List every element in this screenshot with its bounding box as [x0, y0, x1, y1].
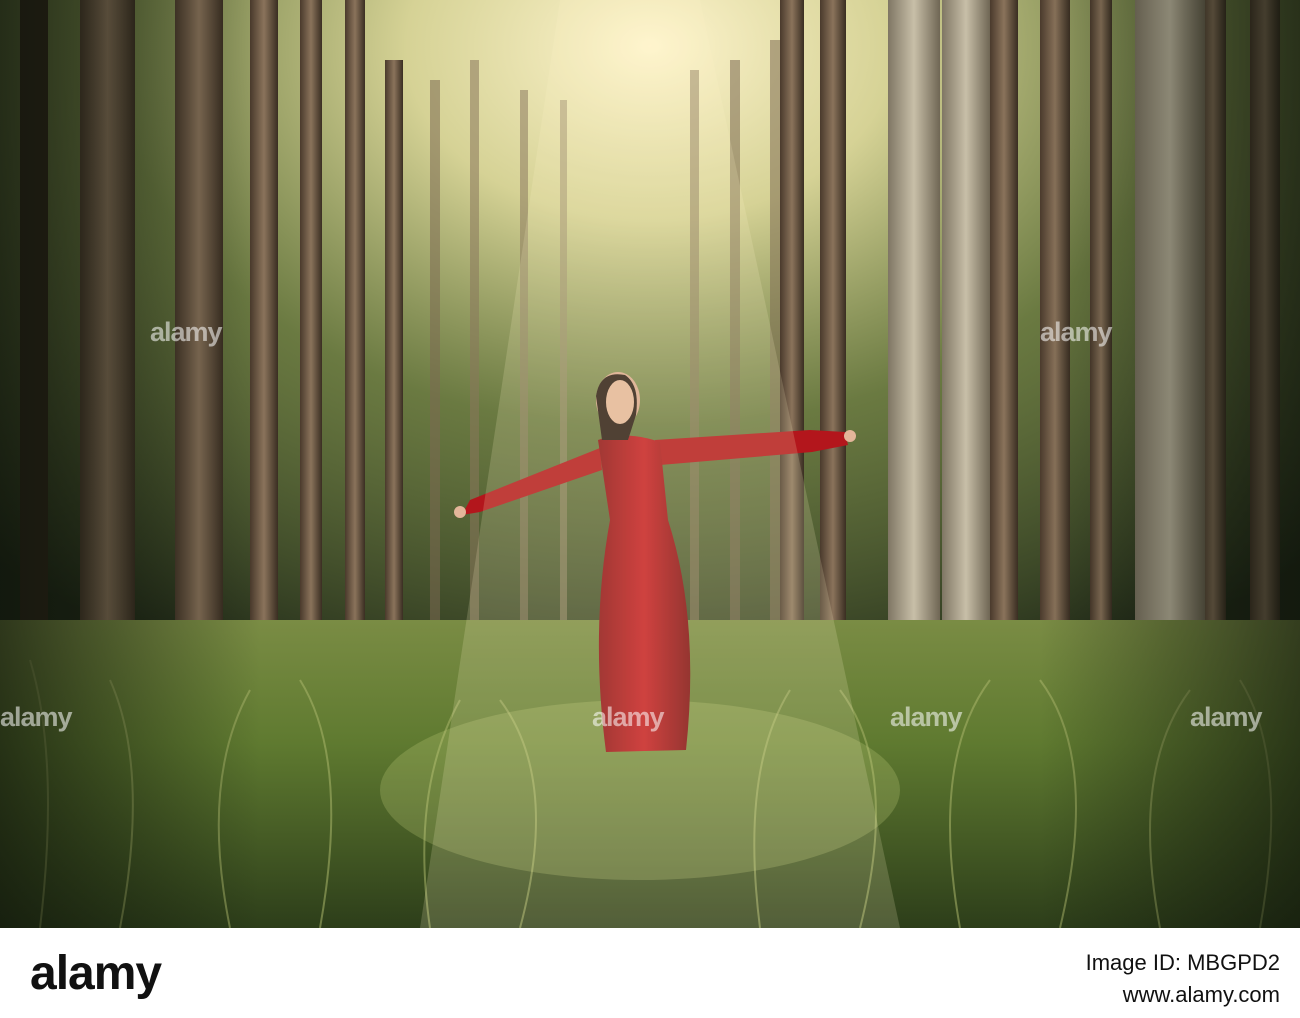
- watermark: alamy: [1190, 701, 1263, 732]
- alamy-logo[interactable]: alamy: [30, 946, 162, 1001]
- watermark: alamy: [0, 701, 73, 732]
- watermark: alamy: [1040, 316, 1113, 347]
- watermark: alamy: [150, 316, 223, 347]
- footer-bar: alamy Image ID: MBGPD2 www.alamy.com: [0, 928, 1300, 1018]
- vignette: [0, 0, 1300, 928]
- image-id: Image ID: MBGPD2: [1085, 950, 1280, 975]
- site-url[interactable]: www.alamy.com: [1123, 982, 1280, 1008]
- forest-photo: alamy alamy alamy alamy alamy alamy: [0, 0, 1300, 928]
- watermark: alamy: [890, 701, 963, 732]
- watermark: alamy: [592, 701, 665, 732]
- forest-scene: [0, 0, 1300, 928]
